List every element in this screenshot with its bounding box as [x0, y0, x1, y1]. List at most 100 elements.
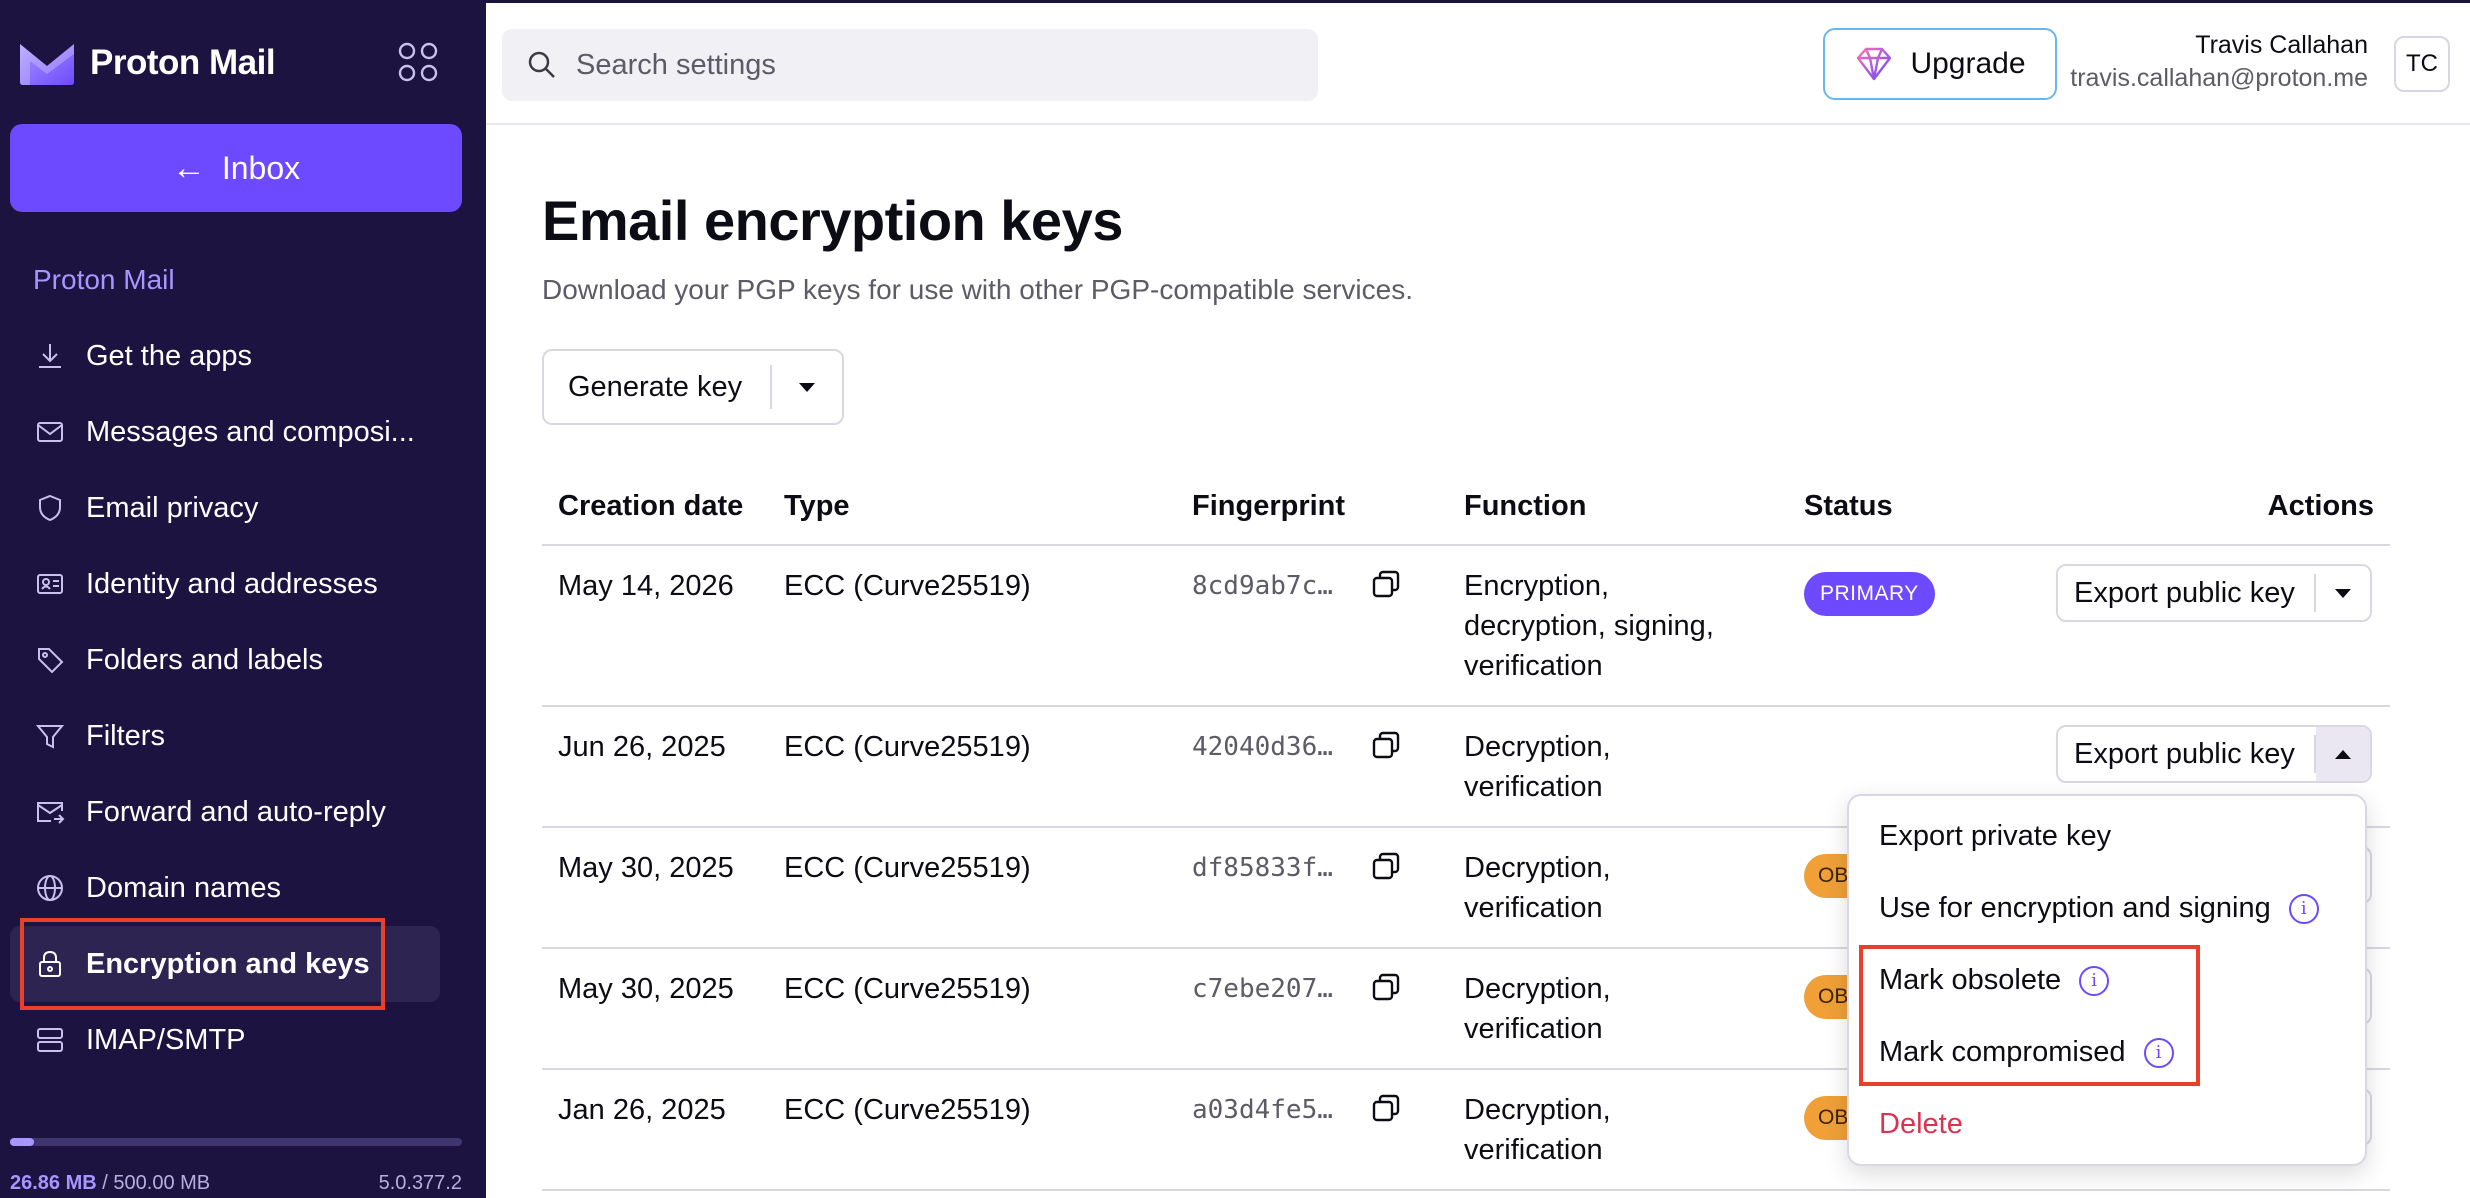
- sidebar-item-label: Messages and composi...: [86, 415, 415, 448]
- servers-icon: [34, 1024, 66, 1056]
- search-input[interactable]: [576, 48, 1276, 82]
- sidebar-item-identity[interactable]: Identity and addresses: [10, 546, 440, 622]
- use-for-encryption-option[interactable]: Use for encryption and signing i: [1879, 892, 2319, 925]
- sidebar-item-forward[interactable]: Forward and auto-reply: [10, 774, 440, 850]
- section-label: Proton Mail: [33, 264, 175, 295]
- copy-icon[interactable]: [1370, 1092, 1404, 1126]
- search-icon: [528, 51, 555, 78]
- status-badge-obsolete: OB: [1804, 1096, 1848, 1140]
- storage-bar-fill: [10, 1138, 35, 1146]
- app-grid-icon[interactable]: [398, 42, 438, 82]
- sidebar-item-email-privacy[interactable]: Email privacy: [10, 470, 440, 546]
- sidebar-item-label: Domain names: [86, 871, 282, 904]
- diamond-icon: [1857, 47, 1892, 81]
- sidebar-item-label: Email privacy: [86, 491, 259, 524]
- proton-logo-icon: [20, 44, 74, 85]
- storage-total: / 500.00 MB: [102, 1172, 211, 1194]
- fingerprint: df85833f…: [1192, 853, 1333, 883]
- shield-icon: [34, 492, 66, 524]
- copy-icon[interactable]: [1370, 971, 1404, 1005]
- proton-mail-logo[interactable]: Proton Mail: [18, 40, 276, 86]
- copy-icon[interactable]: [1370, 850, 1404, 884]
- caret-down-icon: [2335, 588, 2351, 598]
- id-card-icon: [34, 568, 66, 600]
- avatar[interactable]: TC: [2394, 36, 2450, 92]
- sidebar-item-label: Identity and addresses: [86, 567, 378, 600]
- sidebar-item-filters[interactable]: Filters: [10, 698, 440, 774]
- creation-date: Jun 26, 2025: [558, 731, 726, 763]
- upgrade-label: Upgrade: [1910, 47, 2026, 80]
- creation-date: Jan 26, 2025: [558, 1094, 726, 1126]
- search-box[interactable]: [502, 29, 1318, 101]
- sidebar-item-messages[interactable]: Messages and composi...: [10, 394, 440, 470]
- user-name: Travis Callahan: [2195, 31, 2368, 59]
- table-header: Creation date Type Fingerprint Function …: [542, 470, 2390, 546]
- mark-compromised-option[interactable]: Mark compromised i: [1879, 1036, 2174, 1069]
- generate-key-button-group: Generate key: [542, 349, 844, 425]
- storage-bar: [10, 1138, 462, 1146]
- table-row: May 14, 2026 ECC (Curve25519) 8cd9ab7c… …: [542, 546, 2390, 707]
- key-type: ECC (Curve25519): [784, 852, 1031, 884]
- arrow-left-icon: ←: [171, 148, 206, 187]
- function-line: decryption, signing,: [1464, 610, 1714, 642]
- function-line: verification: [1464, 650, 1603, 682]
- user-info[interactable]: Travis Callahan travis.callahan@proton.m…: [2070, 31, 2368, 93]
- fingerprint: 42040d36…: [1192, 732, 1333, 762]
- user-email: travis.callahan@proton.me: [2070, 64, 2368, 92]
- info-icon[interactable]: i: [2079, 965, 2110, 996]
- sidebar-item-imap-smtp[interactable]: IMAP/SMTP: [10, 1002, 440, 1078]
- key-type: ECC (Curve25519): [784, 570, 1031, 602]
- menu-item-label: Mark obsolete: [1879, 964, 2062, 996]
- sidebar-item-get-the-apps[interactable]: Get the apps: [10, 318, 440, 394]
- info-icon[interactable]: i: [2288, 893, 2319, 924]
- function-line: Encryption,: [1464, 570, 1610, 602]
- key-function: Decryption, verification: [1464, 1090, 1611, 1170]
- status-badge-primary: PRIMARY: [1804, 572, 1935, 616]
- mark-obsolete-option[interactable]: Mark obsolete i: [1879, 964, 2110, 997]
- creation-date: May 30, 2025: [558, 852, 734, 884]
- brand-name: Proton Mail: [90, 43, 276, 82]
- sidebar: Proton Mail ← Inbox Proton Mail Get the …: [0, 0, 486, 1198]
- menu-item-label: Delete: [1879, 1108, 1963, 1140]
- generate-key-dropdown-toggle[interactable]: [772, 382, 842, 392]
- export-public-key-button[interactable]: Export public key: [2058, 738, 2314, 771]
- function-line: verification: [1464, 892, 1603, 924]
- function-line: Decryption,: [1464, 852, 1611, 884]
- key-function: Decryption, verification: [1464, 727, 1611, 807]
- creation-date: May 30, 2025: [558, 973, 734, 1005]
- sidebar-item-label: Filters: [86, 719, 165, 752]
- generate-key-button[interactable]: Generate key: [544, 371, 770, 404]
- sidebar-item-domain-names[interactable]: Domain names: [10, 850, 440, 926]
- fingerprint: c7ebe207…: [1192, 974, 1333, 1004]
- status-badge-obsolete: OB: [1804, 854, 1848, 898]
- column-header: Creation date: [558, 490, 744, 522]
- sidebar-item-folders-labels[interactable]: Folders and labels: [10, 622, 440, 698]
- export-public-key-button[interactable]: Export public key: [2058, 577, 2314, 610]
- key-function: Decryption, verification: [1464, 848, 1611, 928]
- info-icon[interactable]: i: [2143, 1037, 2174, 1068]
- back-to-inbox-button[interactable]: ← Inbox: [10, 124, 462, 212]
- upgrade-button[interactable]: Upgrade: [1823, 28, 2057, 100]
- fingerprint: 8cd9ab7c…: [1192, 571, 1333, 601]
- actions-dropdown-toggle[interactable]: [2316, 727, 2370, 781]
- sidebar-item-label: IMAP/SMTP: [86, 1023, 246, 1056]
- function-line: Decryption,: [1464, 1094, 1611, 1126]
- function-line: Decryption,: [1464, 731, 1611, 763]
- status-badge-obsolete: OB: [1804, 975, 1848, 1019]
- delete-key-option[interactable]: Delete: [1879, 1108, 1963, 1141]
- column-header: Actions: [2267, 490, 2374, 522]
- caret-down-icon: [799, 382, 815, 392]
- copy-icon[interactable]: [1370, 729, 1404, 763]
- filter-icon: [34, 720, 66, 752]
- key-type: ECC (Curve25519): [784, 1094, 1031, 1126]
- menu-item-label: Export private key: [1879, 820, 2112, 852]
- key-function: Encryption, decryption, signing, verific…: [1464, 566, 1714, 686]
- export-button-group: Export public key: [2056, 564, 2372, 622]
- function-line: verification: [1464, 1013, 1603, 1045]
- export-private-key-option[interactable]: Export private key: [1879, 820, 2111, 853]
- sidebar-item-label: Get the apps: [86, 339, 253, 372]
- menu-item-label: Use for encryption and signing: [1879, 892, 2271, 924]
- copy-icon[interactable]: [1370, 568, 1404, 602]
- actions-dropdown-toggle[interactable]: [2316, 566, 2370, 620]
- highlight-box-encryption-keys: [20, 918, 385, 1010]
